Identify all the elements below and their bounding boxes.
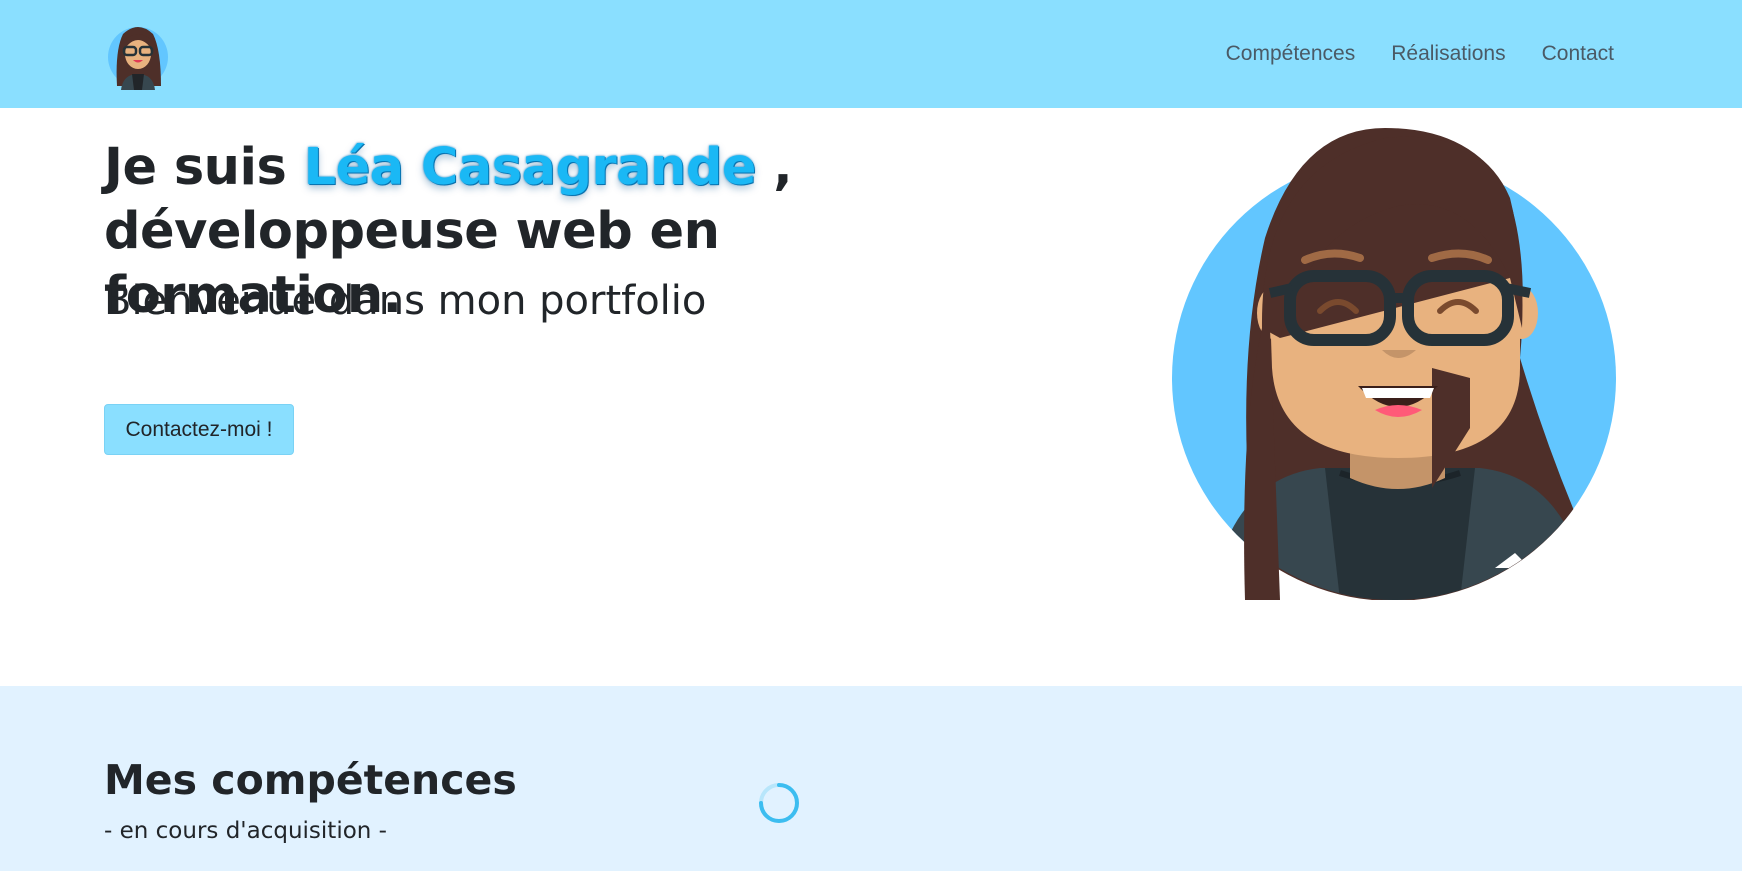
navbar: Compétences Réalisations Contact — [0, 0, 1742, 108]
nav-link-competences[interactable]: Compétences — [1226, 42, 1356, 66]
contact-button[interactable]: Contactez-moi ! — [104, 404, 294, 455]
spinner-icon — [757, 781, 801, 825]
nav-link-contact[interactable]: Contact — [1542, 42, 1614, 66]
hero-title-prefix: Je suis — [104, 138, 287, 197]
hero-section: Je suis Léa Casagrande , développeuse we… — [0, 108, 1742, 686]
avatar-illustration — [1170, 128, 1616, 600]
hero-name: Léa Casagrande — [303, 138, 757, 197]
skills-section: Mes compétences - en cours d'acquisition… — [0, 686, 1742, 871]
skills-subtitle: - en cours d'acquisition - — [104, 818, 387, 844]
avatar-logo-icon[interactable] — [107, 20, 169, 90]
nav-links: Compétences Réalisations Contact — [1226, 0, 1614, 108]
skills-title: Mes compétences — [104, 756, 517, 804]
nav-link-realisations[interactable]: Réalisations — [1391, 42, 1505, 66]
hero-title-comma: , — [773, 138, 793, 197]
hero-subtitle: Bienvenue dans mon portfolio — [104, 278, 707, 324]
